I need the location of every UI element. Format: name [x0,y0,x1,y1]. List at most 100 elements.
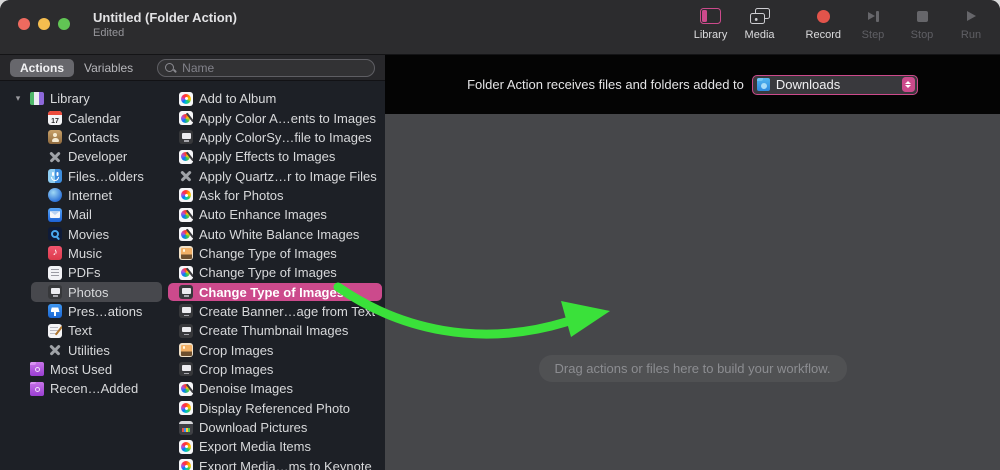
action-item-label: Auto White Balance Images [199,227,359,242]
quicktime-icon [48,227,62,241]
record-icon [817,7,830,25]
globe-icon [48,188,62,202]
toolbar-stop-button[interactable]: Stop [905,7,939,41]
zoom-button[interactable] [58,18,70,30]
sidebar-item-movies[interactable]: ▾ Movies [0,224,165,243]
palette-icon [179,266,193,280]
sidebar-item-library[interactable]: ▾ Library [0,89,165,108]
mail-icon [48,208,62,222]
action-item-download-pictures[interactable]: Download Pictures [165,418,385,437]
keynote-icon [48,304,62,318]
action-item-apply-colorsy-file-to-images[interactable]: Apply ColorSy…file to Images [165,128,385,147]
toolbar: Library Media Record Step Stop Run [694,7,988,41]
sidebar-item-label: Text [68,323,92,338]
music-icon [48,246,62,260]
run-icon [967,7,976,25]
tab-variables[interactable]: Variables [74,59,143,77]
edited-badge: Edited [93,26,237,40]
toolbar-record-button[interactable]: Record [806,7,841,41]
sidebar-item-developer[interactable]: ▾ Developer [0,147,165,166]
workflow-canvas[interactable]: Drag actions or files here to build your… [385,114,1000,470]
calendar-icon [48,111,62,125]
action-item-auto-enhance-images[interactable]: Auto Enhance Images [165,205,385,224]
sidebar-item-photos[interactable]: ▾ Photos [0,282,165,301]
xtools-icon [48,343,62,357]
folder-picker-popup[interactable]: Downloads [752,75,918,95]
title-bar: Untitled (Folder Action) Edited Library … [0,0,1000,55]
action-item-crop-images[interactable]: Crop Images [165,340,385,359]
sidebar-item-calendar[interactable]: ▾ Calendar [0,108,165,127]
sidebar-item-utilities[interactable]: ▾ Utilities [0,340,165,359]
sidebar-item-contacts[interactable]: ▾ Contacts [0,128,165,147]
action-item-label: Change Type of Images [199,265,337,280]
minimize-button[interactable] [38,18,50,30]
toolbar-step-button[interactable]: Step [856,7,890,41]
books-icon [30,92,44,105]
photos-icon [179,92,193,106]
action-item-label: Denoise Images [199,381,293,396]
action-item-label: Create Thumbnail Images [199,323,348,338]
sidebar-item-text[interactable]: ▾ Text [0,321,165,340]
sidebar-list: ▾ Library ▾ Calendar ▾ Contacts ▾ Develo… [0,89,165,399]
action-item-change-type-of-images[interactable]: Change Type of Images [165,282,385,301]
action-item-create-thumbnail-images[interactable]: Create Thumbnail Images [165,321,385,340]
toolbar-library-button[interactable]: Library [694,7,728,41]
close-button[interactable] [18,18,30,30]
sidebar-item-recen-added[interactable]: ▾ Recen…Added [0,379,165,398]
photos-icon [179,188,193,202]
sidebar-item-pdfs[interactable]: ▾ PDFs [0,263,165,282]
action-item-label: Apply ColorSy…file to Images [199,130,372,145]
action-item-change-type-of-images[interactable]: Change Type of Images [165,263,385,282]
display-icon [179,362,193,376]
action-item-change-type-of-images[interactable]: Change Type of Images [165,244,385,263]
finder-icon [48,169,62,183]
action-item-apply-quartz-r-to-image-files[interactable]: Apply Quartz…r to Image Files [165,166,385,185]
action-item-ask-for-photos[interactable]: Ask for Photos [165,186,385,205]
palette-icon [179,227,193,241]
sidebar-item-most-used[interactable]: ▾ Most Used [0,360,165,379]
action-item-crop-images[interactable]: Crop Images [165,360,385,379]
actions-list-pane: Add to Album Apply Color A…ents to Image… [165,81,385,470]
sidebar-item-label: Mail [68,207,92,222]
action-item-export-media-items[interactable]: Export Media Items [165,437,385,456]
action-item-add-to-album[interactable]: Add to Album [165,89,385,108]
popup-stepper-icon[interactable] [902,77,915,92]
library-sidebar: ▾ Library ▾ Calendar ▾ Contacts ▾ Develo… [0,81,165,470]
chevron-down-icon[interactable]: ▾ [12,93,24,104]
sidebar-item-label: Photos [68,285,108,300]
search-icon [165,63,174,72]
smart-folder-icon [30,382,44,396]
palette-icon [179,111,193,125]
smart-folder-icon [30,362,44,376]
sidebar-item-label: Recen…Added [50,381,138,396]
sidebar-item-pres-ations[interactable]: ▾ Pres…ations [0,302,165,321]
action-item-auto-white-balance-images[interactable]: Auto White Balance Images [165,224,385,243]
action-item-apply-color-a-ents-to-images[interactable]: Apply Color A…ents to Images [165,108,385,127]
toolbar-run-button[interactable]: Run [954,7,988,41]
display-icon [179,304,193,318]
tab-actions[interactable]: Actions [10,59,74,77]
sidebar-item-label: Contacts [68,130,119,145]
drop-hint: Drag actions or files here to build your… [538,355,846,382]
sidebar-item-mail[interactable]: ▾ Mail [0,205,165,224]
action-item-create-banner-age-from-text[interactable]: Create Banner…age from Text [165,302,385,321]
window-title: Untitled (Folder Action) [93,10,237,26]
title-block: Untitled (Folder Action) Edited [93,10,237,40]
action-item-display-referenced-photo[interactable]: Display Referenced Photo [165,399,385,418]
action-item-denoise-images[interactable]: Denoise Images [165,379,385,398]
toolbar-media-button[interactable]: Media [743,7,777,41]
media-icon [750,7,770,25]
sidebar-item-files-olders[interactable]: ▾ Files…olders [0,166,165,185]
display-icon [179,130,193,144]
workflow-header: Folder Action receives files and folders… [385,55,1000,114]
sidebar-item-internet[interactable]: ▾ Internet [0,186,165,205]
traffic-lights [18,18,70,30]
action-item-export-media-ms-to-keynote[interactable]: Export Media…ms to Keynote [165,457,385,470]
sidebar-item-label: Developer [68,149,127,164]
sidebar-item-music[interactable]: ▾ Music [0,244,165,263]
search-input[interactable] [157,59,375,77]
sidebar-item-label: Most Used [50,362,112,377]
action-item-label: Crop Images [199,343,273,358]
photos-icon [179,401,193,415]
action-item-apply-effects-to-images[interactable]: Apply Effects to Images [165,147,385,166]
